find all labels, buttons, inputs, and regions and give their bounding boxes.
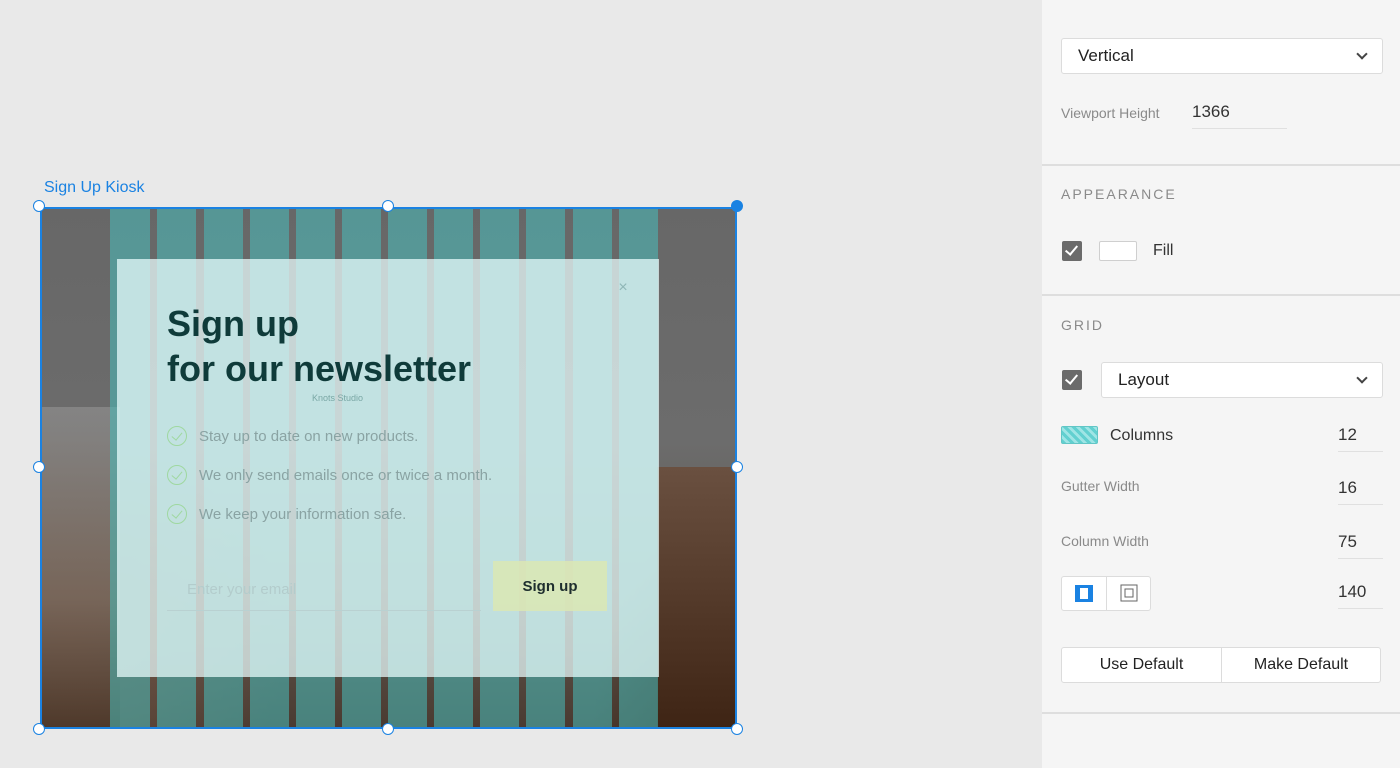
resize-handle-left[interactable]: [33, 461, 45, 473]
fill-label: Fill: [1153, 242, 1174, 259]
grid-type-select[interactable]: Layout: [1101, 362, 1383, 398]
email-field[interactable]: [167, 569, 481, 611]
viewport-height-input[interactable]: 1366: [1192, 102, 1287, 129]
gutter-width-input[interactable]: 16: [1338, 478, 1383, 505]
linked-margins-icon: [1075, 585, 1093, 602]
make-default-button[interactable]: Make Default: [1221, 647, 1381, 683]
viewport-height-label: Viewport Height: [1061, 105, 1160, 121]
check-circle-icon: [167, 504, 187, 524]
grid-color-icon[interactable]: [1061, 426, 1098, 444]
sign-up-button[interactable]: Sign up: [493, 561, 607, 611]
individual-margins-toggle[interactable]: [1106, 576, 1151, 611]
resize-handle-bottom[interactable]: [382, 723, 394, 735]
modal-title-line1: Sign up: [167, 303, 299, 344]
modal-title: Sign up for our newsletter: [167, 301, 587, 391]
column-width-label: Column Width: [1061, 533, 1149, 549]
columns-input[interactable]: 12: [1338, 425, 1383, 452]
resize-handle-bottom-left[interactable]: [33, 723, 45, 735]
check-circle-icon: [167, 426, 187, 446]
individual-margins-icon: [1120, 584, 1138, 602]
brand-label: Knots Studio: [312, 393, 364, 403]
chevron-down-icon: [1356, 372, 1368, 384]
section-divider: [1042, 712, 1400, 714]
artboard-title[interactable]: Sign Up Kiosk: [44, 179, 145, 197]
feature-text: We only send emails once or twice a mont…: [199, 466, 493, 484]
fill-color-swatch[interactable]: [1099, 241, 1137, 261]
columns-label: Columns: [1110, 427, 1174, 444]
scroll-mode-value: Vertical: [1078, 46, 1134, 65]
resize-handle-bottom-right[interactable]: [731, 723, 743, 735]
background-image-right: [657, 467, 737, 729]
resize-handle-top-left[interactable]: [33, 200, 45, 212]
close-icon[interactable]: ×: [616, 280, 630, 296]
use-default-button[interactable]: Use Default: [1061, 647, 1222, 683]
appearance-section-title: APPEARANCE: [1061, 186, 1177, 202]
fill-checkbox[interactable]: [1062, 241, 1082, 261]
margin-input[interactable]: 140: [1338, 582, 1383, 609]
column-width-input[interactable]: 75: [1338, 532, 1383, 559]
grid-checkbox[interactable]: [1062, 370, 1082, 390]
property-inspector: Vertical Viewport Height 1366 APPEARANCE…: [1042, 0, 1400, 768]
grid-type-value: Layout: [1118, 370, 1170, 389]
feature-item: We only send emails once or twice a mont…: [167, 465, 492, 485]
section-divider: [1042, 294, 1400, 296]
resize-handle-right[interactable]: [731, 461, 743, 473]
newsletter-modal[interactable]: × Sign up for our newsletter Knots Studi…: [117, 259, 659, 677]
feature-item: We keep your information safe.: [167, 504, 406, 524]
resize-handle-top-right[interactable]: [731, 200, 743, 212]
resize-handle-top[interactable]: [382, 200, 394, 212]
linked-margins-toggle[interactable]: [1061, 576, 1107, 611]
design-canvas[interactable]: Sign Up Kiosk × Sign up for our newslett…: [0, 0, 1042, 768]
artboard-sign-up-kiosk[interactable]: × Sign up for our newsletter Knots Studi…: [40, 207, 737, 729]
feature-text: We keep your information safe.: [199, 505, 407, 523]
scroll-mode-select[interactable]: Vertical: [1061, 38, 1383, 74]
chevron-down-icon: [1356, 48, 1368, 60]
background-image-left: [40, 407, 120, 729]
gutter-width-label: Gutter Width: [1061, 478, 1140, 494]
feature-text: Stay up to date on new products.: [199, 427, 419, 445]
modal-title-line2: for our newsletter: [167, 348, 472, 389]
grid-section-title: GRID: [1061, 317, 1104, 333]
feature-item: Stay up to date on new products.: [167, 426, 418, 446]
section-divider: [1042, 164, 1400, 166]
check-circle-icon: [167, 465, 187, 485]
